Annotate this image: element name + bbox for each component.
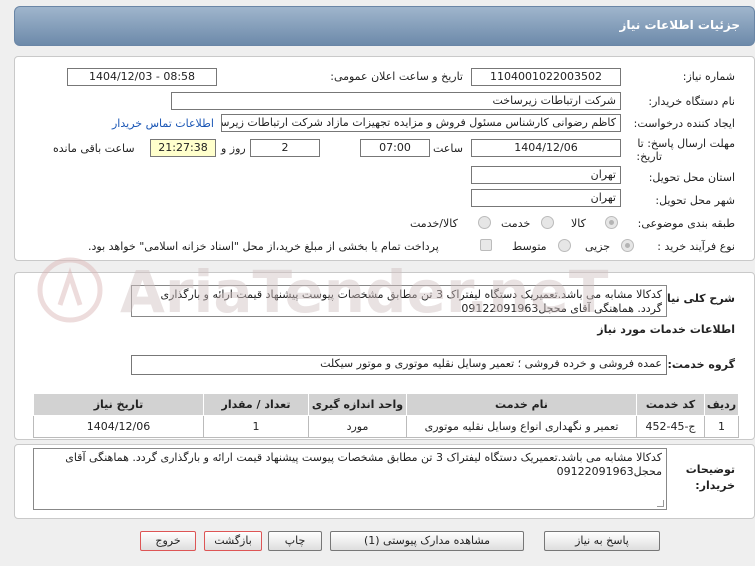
category-radio-goods[interactable] [605, 216, 618, 229]
need-number-field: 1104001022003502 [471, 68, 621, 86]
services-table: ردیف کد خدمت نام خدمت واحد اندازه گیری ت… [33, 393, 739, 438]
buyer-notes-label: توضیحات خریدار: [685, 463, 735, 492]
cell-name: تعمیر و نگهداری انواع وسایل نقلیه موتوری [406, 415, 637, 438]
process-option-medium: متوسط [512, 240, 547, 253]
category-label: طبقه بندی موضوعی: [637, 217, 735, 230]
days-label: روز و [221, 142, 246, 155]
attachments-button[interactable]: مشاهده مدارک پیوستی (1) [330, 531, 524, 551]
services-section-title: اطلاعات خدمات مورد نیاز [597, 323, 735, 336]
cell-code: ج-45-452 [636, 415, 705, 438]
buyer-org-field: شرکت ارتباطات زیرساخت [171, 92, 621, 110]
province-field: تهران [471, 166, 621, 184]
buyer-org-label: نام دستگاه خریدار: [648, 95, 735, 108]
province-label: استان محل تحویل: [648, 171, 735, 184]
need-number-label: شماره نیاز: [682, 70, 735, 83]
col-code: کد خدمت [636, 393, 705, 416]
page-header: جزئیات اطلاعات نیاز [14, 6, 755, 46]
category-radio-service[interactable] [541, 216, 554, 229]
service-group-label: گروه خدمت: [667, 358, 735, 371]
cell-date: 1404/12/06 [33, 415, 204, 438]
creator-field: کاظم رضوانی کارشناس مسئول فروش و مزایده … [221, 114, 621, 132]
page-title: جزئیات اطلاعات نیاز [619, 18, 740, 32]
creator-label: ایجاد کننده درخواست: [633, 117, 735, 130]
deadline-label: مهلت ارسال پاسخ: تا [637, 137, 735, 150]
cell-quantity: 1 [203, 415, 309, 438]
process-radio-minor[interactable] [621, 239, 634, 252]
deadline-date-field: 1404/12/06 [471, 139, 621, 157]
process-option-minor: جزیی [585, 240, 611, 253]
col-unit: واحد اندازه گیری [308, 393, 407, 416]
payment-note: پرداخت تمام یا بخشی از مبلغ خرید،از محل … [88, 240, 439, 253]
city-field: تهران [471, 189, 621, 207]
description-text: کدکالا مشابه می باشد.تعمیریک دستگاه لیفت… [131, 285, 667, 317]
buyer-notes-text: کدکالا مشابه می باشد.تعمیریک دستگاه لیفت… [33, 448, 667, 510]
deadline-label-2: تاریخ: [636, 150, 662, 163]
category-option-goods-service: کالا/خدمت [410, 217, 458, 230]
col-quantity: تعداد / مقدار [203, 393, 309, 416]
remaining-time-field: 21:27:38 [150, 139, 216, 157]
col-row: ردیف [704, 393, 739, 416]
print-button[interactable]: چاپ [268, 531, 322, 551]
announce-label: تاریخ و ساعت اعلان عمومی: [330, 70, 463, 83]
category-radio-goods-service[interactable] [478, 216, 491, 229]
buyer-contact-link[interactable]: اطلاعات تماس خریدار [112, 117, 214, 130]
treasury-checkbox[interactable] [480, 239, 492, 251]
category-option-service: خدمت [501, 217, 531, 230]
announce-field: 1404/12/03 - 08:58 [67, 68, 217, 86]
process-radio-medium[interactable] [558, 239, 571, 252]
back-button[interactable]: بازگشت [204, 531, 262, 551]
description-label: شرح کلی نیاز: [656, 292, 735, 305]
category-option-goods: کالا [571, 217, 586, 230]
exit-button[interactable]: خروج [140, 531, 196, 551]
col-date: تاریخ نیاز [33, 393, 204, 416]
cell-unit: مورد [308, 415, 407, 438]
days-field: 2 [250, 139, 320, 157]
deadline-time-label: ساعت [433, 142, 463, 155]
table-row: 1 ج-45-452 تعمیر و نگهداری انواع وسایل ن… [33, 415, 739, 438]
cell-row: 1 [704, 415, 739, 438]
reply-button[interactable]: پاسخ به نیاز [544, 531, 660, 551]
deadline-time-field: 07:00 [360, 139, 430, 157]
col-name: نام خدمت [406, 393, 637, 416]
services-table-header: ردیف کد خدمت نام خدمت واحد اندازه گیری ت… [33, 393, 739, 416]
remaining-label: ساعت باقی مانده [53, 142, 135, 155]
process-label: نوع فرآیند خرید : [657, 240, 735, 253]
service-group-field: عمده فروشی و خرده فروشی ؛ تعمیر وسایل نق… [131, 355, 667, 375]
city-label: شهر محل تحویل: [655, 194, 735, 207]
